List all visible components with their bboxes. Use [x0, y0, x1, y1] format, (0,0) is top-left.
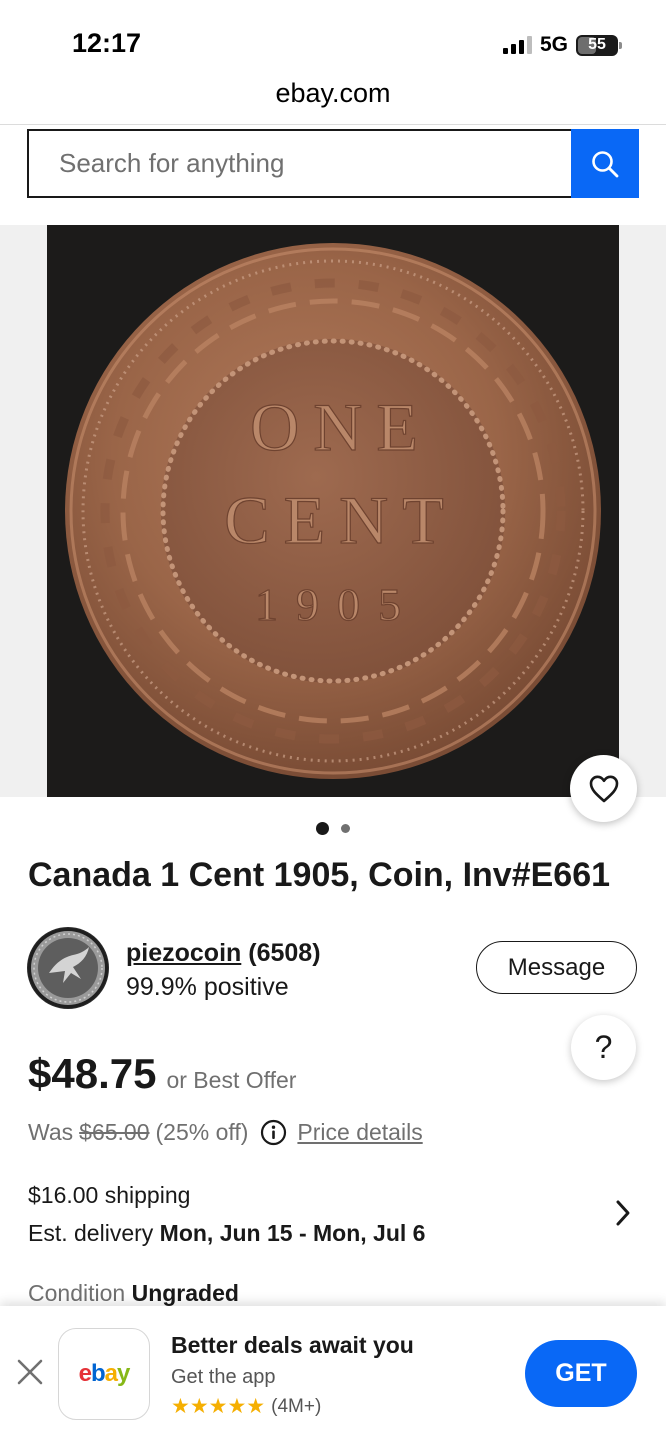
condition-value: Ungraded — [131, 1280, 239, 1306]
status-time: 12:17 — [72, 28, 142, 58]
message-seller-button[interactable]: Message — [476, 941, 637, 994]
price-row: $48.75 or Best Offer — [28, 1050, 296, 1098]
discount: (25% off) — [155, 1119, 249, 1145]
condition-row: Condition Ungraded — [28, 1280, 239, 1307]
seller-score: (6508) — [248, 939, 321, 967]
carousel-dots — [0, 822, 666, 835]
star-rating-icon: ★★★★★ — [171, 1395, 266, 1418]
delivery-label: Est. delivery — [28, 1220, 154, 1246]
seller-avatar[interactable] — [27, 927, 109, 1009]
battery-icon: 55 — [576, 34, 622, 56]
was-price: $65.00 — [79, 1119, 150, 1145]
delivery-estimate: Est. delivery Mon, Jun 15 - Mon, Jul 6 — [28, 1220, 425, 1247]
coin-text-middle: CENT — [224, 482, 458, 558]
item-price: $48.75 — [28, 1050, 157, 1097]
seller-info: piezocoin (6508) — [126, 939, 321, 968]
search-input[interactable] — [27, 129, 571, 198]
status-indicators: 5G 55 — [502, 33, 622, 57]
battery-level: 55 — [588, 36, 606, 53]
search-icon — [592, 150, 619, 177]
best-offer-label: or Best Offer — [166, 1067, 297, 1093]
carousel-dot-active[interactable] — [316, 822, 329, 835]
coin-text-bottom: 1905 — [255, 579, 419, 630]
signal-icon — [502, 36, 532, 54]
get-app-button[interactable]: GET — [525, 1340, 637, 1407]
close-icon[interactable] — [14, 1356, 46, 1388]
search-button[interactable] — [571, 129, 639, 198]
was-label: Was — [28, 1119, 74, 1145]
was-price-row: Was $65.00 (25% off) Price details — [28, 1119, 423, 1146]
coin-image[interactable]: ONE CENT 1905 — [47, 225, 619, 797]
network-label: 5G — [539, 33, 568, 56]
info-icon[interactable] — [260, 1119, 287, 1146]
app-install-banner: ebay Better deals await you Get the app … — [0, 1306, 666, 1440]
delivery-dates: Mon, Jun 15 - Mon, Jul 6 — [159, 1220, 426, 1246]
chevron-right-icon — [616, 1200, 630, 1226]
coin-text-top: ONE — [250, 389, 432, 465]
app-rating: ★★★★★ (4M+) — [171, 1394, 321, 1419]
seller-feedback: 99.9% positive — [126, 973, 289, 1001]
shipping-cost: $16.00 shipping — [28, 1182, 191, 1208]
ebay-logo: ebay — [78, 1360, 131, 1387]
banner-headline: Better deals await you — [171, 1332, 414, 1358]
image-gallery[interactable]: ONE CENT 1905 — [0, 225, 666, 797]
price-details-link[interactable]: Price details — [297, 1119, 422, 1146]
heart-icon — [589, 775, 618, 802]
watchlist-button[interactable] — [570, 755, 637, 822]
rating-count: (4M+) — [271, 1395, 322, 1417]
banner-subtitle: Get the app — [171, 1366, 276, 1388]
carousel-dot[interactable] — [341, 824, 350, 833]
shipping-row[interactable]: $16.00 shipping Est. delivery Mon, Jun 1… — [0, 1180, 666, 1256]
help-button[interactable]: ? — [571, 1015, 636, 1080]
condition-label: Condition — [28, 1280, 126, 1306]
url-bar[interactable]: ebay.com — [0, 78, 666, 109]
item-title: Canada 1 Cent 1905, Coin, Inv#E661 — [28, 856, 611, 894]
ebay-app-icon: ebay — [58, 1328, 150, 1420]
seller-name-link[interactable]: piezocoin — [126, 939, 241, 967]
divider — [0, 124, 666, 125]
status-bar: 12:17 5G 55 — [0, 0, 666, 80]
search-bar — [27, 129, 639, 198]
